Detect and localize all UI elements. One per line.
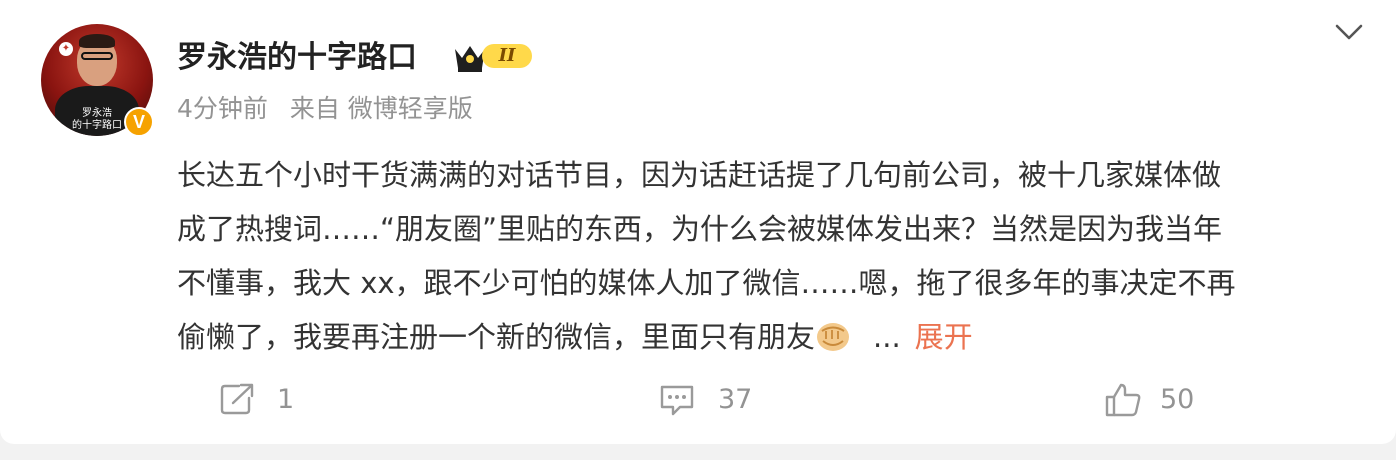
truncation-ellipsis: ... — [873, 320, 901, 354]
repost-button[interactable]: 1 — [219, 380, 339, 420]
avatar-logo-mark: ✦ — [59, 42, 73, 56]
content-line: 不懂事，我大 xx，跟不少可怕的媒体人加了微信……嗯，拖了很多年的事决定不再 — [177, 266, 1236, 300]
post-time: 4分钟前 — [177, 94, 268, 123]
post-content: 长达五个小时干货满满的对话节目，因为话赶话提了几句前公司，被十几家媒体做 成了热… — [177, 148, 1352, 364]
member-level-badge[interactable]: II — [452, 40, 536, 74]
share-icon — [220, 383, 254, 415]
level-label: II — [482, 44, 532, 68]
content-line: 偷懒了，我要再注册一个新的微信，里面只有朋友 — [177, 320, 816, 354]
post-meta: 4分钟前 来自 微博轻享版 — [177, 92, 487, 126]
verified-badge-icon: V — [124, 107, 154, 137]
author-name[interactable]: 罗永浩的十字路口 — [177, 38, 417, 78]
comment-icon — [660, 385, 694, 416]
expand-link[interactable]: 展开 — [915, 320, 973, 354]
like-button[interactable]: 50 — [1104, 380, 1244, 420]
content-line: 长达五个小时干货满满的对话节目，因为话赶话提了几句前公司，被十几家媒体做 — [177, 158, 1222, 192]
fist-emoji-icon — [817, 323, 850, 351]
chevron-down-icon[interactable] — [1334, 20, 1364, 44]
comment-count: 37 — [718, 384, 753, 415]
comment-button[interactable]: 37 — [658, 380, 798, 420]
thumbs-up-icon — [1105, 383, 1141, 417]
post-source[interactable]: 来自 微博轻享版 — [290, 94, 473, 123]
avatar-caption: 罗永浩 的十字路口 — [72, 108, 122, 131]
weibo-post-card: ✦ 罗永浩 的十字路口 V 罗永浩的十字路口 II 4分钟前 来自 微博轻享版 … — [0, 0, 1396, 444]
content-line: 成了热搜词……“朋友圈”里贴的东西，为什么会被媒体发出来？当然是因为我当年 — [177, 212, 1223, 246]
like-count: 50 — [1160, 384, 1195, 415]
repost-count: 1 — [277, 384, 295, 415]
content-line-last: 偷懒了，我要再注册一个新的微信，里面只有朋友 ... 展开 — [177, 310, 1352, 364]
